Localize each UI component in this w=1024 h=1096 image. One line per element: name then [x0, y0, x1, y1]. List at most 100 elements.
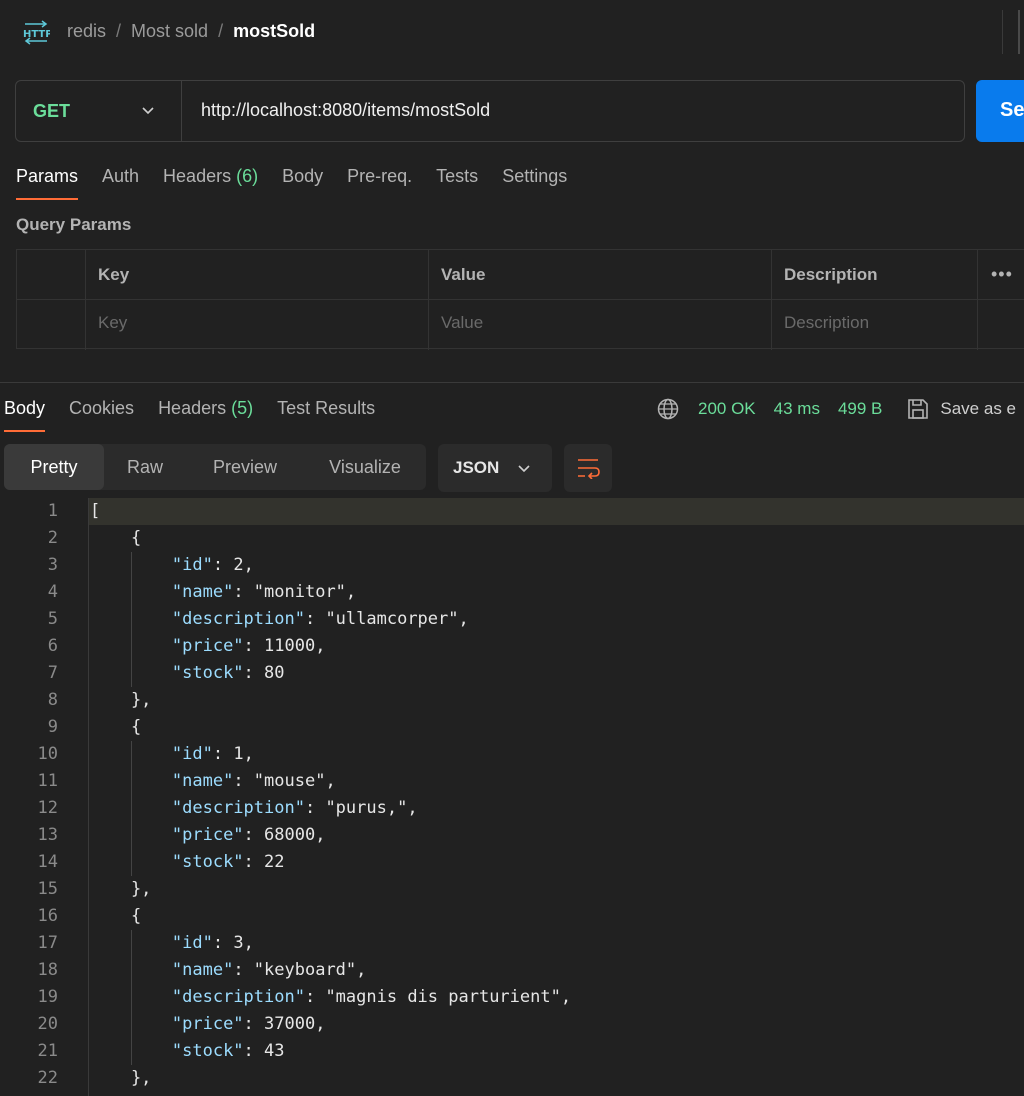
- table-header-row: Key Value Description •••: [17, 250, 1024, 300]
- line-number: 16: [37, 906, 58, 926]
- wrap-lines-button[interactable]: [564, 444, 612, 492]
- method-select[interactable]: GET: [16, 81, 182, 141]
- code-line: 4 "name": "monitor",: [0, 579, 1024, 606]
- code-text: },: [90, 1068, 152, 1088]
- code-text: },: [90, 879, 152, 899]
- send-label: Se: [1000, 99, 1024, 121]
- chevron-down-icon: [518, 465, 530, 473]
- line-number: 20: [37, 1014, 58, 1034]
- code-text: "price": 68000,: [171, 825, 326, 845]
- code-text: "stock": 43: [171, 1041, 285, 1061]
- breadcrumb-separator: /: [218, 21, 224, 41]
- request-tabs: Params Auth Headers (6) Body Pre-req. Te…: [16, 166, 591, 202]
- send-button[interactable]: Se: [976, 80, 1024, 142]
- more-options-icon[interactable]: •••: [991, 264, 1013, 285]
- line-number: 11: [37, 771, 58, 791]
- pane-divider[interactable]: [0, 382, 1024, 383]
- language-label: JSON: [453, 458, 500, 477]
- code-line: 9 {: [0, 714, 1024, 741]
- params-table: Key Value Description ••• Key Value Desc…: [16, 249, 1024, 350]
- code-line: 11 "name": "mouse",: [0, 768, 1024, 795]
- code-line: 12 "description": "purus,",: [0, 795, 1024, 822]
- tab-params[interactable]: Params: [16, 166, 79, 202]
- tab-response-headers-label: Headers: [158, 398, 227, 418]
- divider: [1002, 10, 1003, 54]
- format-pretty[interactable]: Pretty: [4, 444, 104, 490]
- globe-icon[interactable]: [656, 397, 680, 421]
- line-number: 22: [37, 1068, 58, 1088]
- line-number: 15: [37, 879, 58, 899]
- url-input[interactable]: http://localhost:8080/items/mostSold: [201, 100, 490, 121]
- code-line: 10 "id": 1,: [0, 741, 1024, 768]
- tab-tests[interactable]: Tests: [436, 166, 478, 202]
- divider: [1018, 10, 1020, 54]
- tab-headers-label: Headers: [163, 166, 232, 186]
- line-number: 2: [47, 528, 58, 548]
- line-number: 8: [47, 690, 58, 710]
- line-number: 3: [47, 555, 58, 575]
- code-line: 13 "price": 68000,: [0, 822, 1024, 849]
- format-segmented-control: Pretty Raw Preview Visualize: [4, 444, 426, 490]
- wrap-icon: [578, 459, 600, 479]
- line-number: 17: [37, 933, 58, 953]
- breadcrumb-folder[interactable]: Most sold: [131, 21, 208, 42]
- code-text: "price": 11000,: [171, 636, 326, 656]
- code-line: 17 "id": 3,: [0, 930, 1024, 957]
- line-number: 4: [47, 582, 58, 602]
- format-visualize[interactable]: Visualize: [304, 444, 426, 490]
- code-line: 20 "price": 37000,: [0, 1011, 1024, 1038]
- code-line: 3 "id": 2,: [0, 552, 1024, 579]
- tab-response-body[interactable]: Body: [4, 398, 46, 432]
- tab-headers[interactable]: Headers (6): [163, 166, 258, 202]
- svg-text:HTTP: HTTP: [23, 29, 50, 40]
- save-as-example-button[interactable]: Save as e: [940, 399, 1016, 419]
- column-header-description: Description: [784, 265, 878, 284]
- code-text: "description": "magnis dis parturient",: [171, 987, 572, 1007]
- breadcrumb: redis / Most sold / mostSold: [67, 21, 315, 42]
- line-number: 7: [47, 663, 58, 683]
- code-text: "id": 3,: [171, 933, 254, 953]
- key-input[interactable]: Key: [98, 313, 127, 333]
- request-bar: GET http://localhost:8080/items/mostSold: [15, 80, 965, 142]
- tab-prereq[interactable]: Pre-req.: [347, 166, 412, 202]
- description-input[interactable]: Description: [784, 313, 869, 333]
- code-line: 1[: [0, 498, 1024, 525]
- chevron-down-icon: [142, 107, 154, 115]
- response-time[interactable]: 43 ms: [774, 399, 820, 419]
- tab-response-headers[interactable]: Headers (5): [158, 398, 253, 419]
- line-number: 6: [47, 636, 58, 656]
- format-raw[interactable]: Raw: [104, 444, 186, 490]
- breadcrumb-collection[interactable]: redis: [67, 21, 106, 42]
- code-line: 18 "name": "keyboard",: [0, 957, 1024, 984]
- request-name[interactable]: mostSold: [233, 21, 315, 42]
- code-line: 22 },: [0, 1065, 1024, 1092]
- value-input[interactable]: Value: [441, 313, 483, 333]
- breadcrumb-separator: /: [116, 21, 122, 41]
- code-line: 8 },: [0, 687, 1024, 714]
- tab-body[interactable]: Body: [282, 166, 323, 202]
- tab-cookies[interactable]: Cookies: [69, 398, 134, 419]
- tab-headers-count: (6): [236, 166, 259, 186]
- code-text: [: [90, 501, 101, 521]
- code-text: "price": 37000,: [171, 1014, 326, 1034]
- top-bar: HTTP redis / Most sold / mostSold: [0, 0, 1024, 66]
- code-line: 6 "price": 11000,: [0, 633, 1024, 660]
- tab-test-results[interactable]: Test Results: [277, 398, 375, 419]
- column-header-value: Value: [441, 265, 486, 284]
- response-body-editor[interactable]: 1[2 {3 "id": 2, 4 "name": "monitor", 5 "de…: [0, 498, 1024, 1096]
- line-number: 1: [47, 501, 58, 521]
- tab-auth[interactable]: Auth: [102, 166, 139, 202]
- status-code[interactable]: 200 OK: [698, 399, 756, 419]
- code-text: "name": "monitor",: [171, 582, 357, 602]
- code-text: {: [90, 528, 142, 548]
- code-text: {: [90, 906, 142, 926]
- line-number: 12: [37, 798, 58, 818]
- line-number: 10: [37, 744, 58, 764]
- tab-settings[interactable]: Settings: [502, 166, 567, 202]
- language-select[interactable]: JSON: [438, 444, 552, 492]
- response-size[interactable]: 499 B: [838, 399, 882, 419]
- code-line: 16 {: [0, 903, 1024, 930]
- code-text: "name": "mouse",: [171, 771, 336, 791]
- column-header-key: Key: [98, 265, 130, 284]
- format-preview[interactable]: Preview: [186, 444, 304, 490]
